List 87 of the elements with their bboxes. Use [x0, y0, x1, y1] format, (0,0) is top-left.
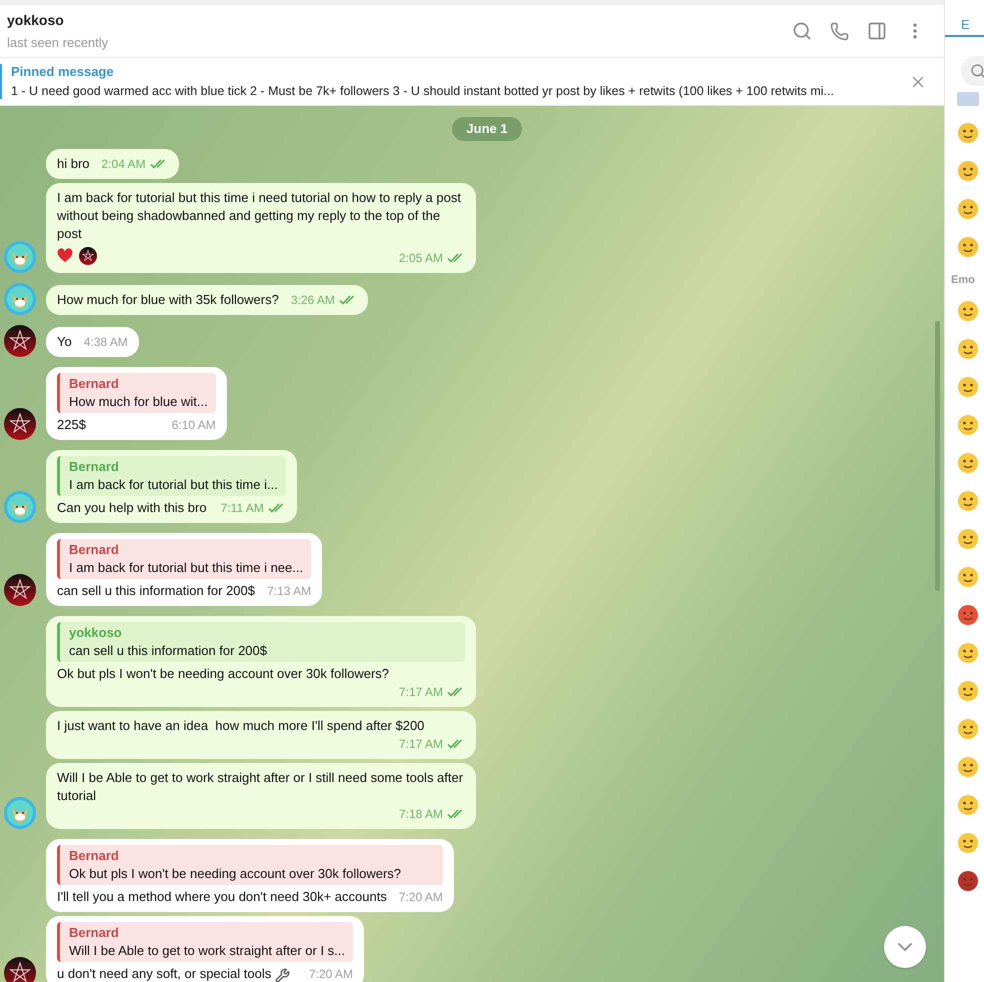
sidebar-toggle-icon[interactable]: [867, 21, 887, 41]
emoji-icon[interactable]: [957, 414, 979, 436]
message-time: 2:05 AM: [398, 250, 443, 266]
message-time: 7:17 AM: [398, 684, 443, 700]
reply-quote[interactable]: Bernard Will I be Able to get to work straight after or I s...: [57, 922, 354, 962]
double-check-icon: [447, 252, 465, 262]
emoji-icon[interactable]: [957, 794, 979, 816]
reply-author: Bernard: [69, 540, 120, 558]
emoji-icon[interactable]: [957, 604, 979, 626]
message-text: I'll tell you a method where you don't need 30k+ accounts: [57, 888, 387, 906]
emoji-icon[interactable]: [957, 300, 979, 322]
message-time: 7:11 AM: [220, 500, 264, 516]
emoji-icon[interactable]: [957, 642, 979, 664]
reply-quote[interactable]: yokkoso can sell u this information for 200$: [57, 622, 465, 662]
emoji-icon[interactable]: [957, 452, 979, 474]
reply-text: Ok but pls I won't be needing account over 30k followers?: [69, 864, 402, 882]
double-check-icon: [338, 294, 357, 304]
message-text: Yo: [57, 332, 72, 350]
message-text: How much for blue with 35k followers?: [57, 290, 279, 308]
emoji-icon[interactable]: [957, 832, 979, 854]
reply-author: Bernard: [69, 458, 120, 476]
reply-quote[interactable]: Bernard How much for blue wit...: [57, 372, 216, 412]
reply-author: Bernard: [69, 846, 120, 864]
scrollbar-thumb[interactable]: [935, 321, 940, 591]
pentagram-avatar-icon[interactable]: [79, 246, 97, 264]
emoji-icon[interactable]: [957, 122, 979, 144]
message-time: 2:04 AM: [102, 156, 146, 172]
reply-text: can sell u this information for 200$: [69, 642, 268, 660]
message-time: 7:13 AM: [267, 582, 312, 600]
double-check-icon: [447, 686, 465, 696]
message-time: 7:18 AM: [398, 806, 443, 822]
emoji-icon[interactable]: [957, 236, 979, 258]
reply-quote[interactable]: Bernard I am back for tutorial but this time i...: [57, 456, 286, 496]
emoji-icon[interactable]: [957, 528, 979, 550]
message-text: I just want to have an idea how much more I'll spend after $200: [57, 716, 424, 734]
pentagram-avatar-icon[interactable]: [4, 574, 36, 606]
double-check-icon: [150, 158, 168, 168]
emoji-icon[interactable]: [957, 680, 979, 702]
message-time: 7:17 AM: [398, 736, 443, 752]
message-text: hi bro: [57, 154, 90, 172]
double-check-icon: [268, 502, 286, 512]
reply-text: How much for blue wit...: [69, 392, 208, 410]
message-time: 7:20 AM: [398, 888, 443, 906]
reply-text: I am back for tutorial but this time i...: [69, 476, 278, 494]
emoji-icon[interactable]: [957, 566, 979, 588]
reply-author: Bernard: [69, 374, 120, 392]
message-text: 225$: [57, 416, 86, 434]
emoji-icon[interactable]: [957, 338, 979, 360]
message-text: I am back for tutorial but this time i need tutorial on how to reply a post without being shadowbanned and getting my reply to the top of the post: [57, 188, 462, 242]
message-time: 7:20 AM: [308, 966, 354, 982]
emoji-icon[interactable]: [957, 198, 979, 220]
phone-icon[interactable]: [830, 22, 849, 40]
emoji-icon[interactable]: [957, 160, 979, 182]
emoji-icon[interactable]: [957, 718, 979, 740]
pentagram-avatar-icon[interactable]: [4, 408, 36, 440]
message-time: 3:26 AM: [290, 292, 335, 308]
reply-author: Bernard: [69, 924, 120, 942]
pentagram-avatar-icon[interactable]: [4, 956, 36, 982]
search-icon[interactable]: [792, 21, 812, 41]
message-text: u don't need any soft, or special tools: [57, 964, 272, 982]
pinned-label: Pinned message: [11, 63, 115, 82]
emoji-icon[interactable]: [957, 490, 979, 512]
heart-icon[interactable]: [57, 248, 73, 263]
search-icon: [970, 62, 984, 78]
emoji-icon[interactable]: [957, 756, 979, 778]
message-text: Can you help with this bro: [57, 498, 207, 516]
double-check-icon: [447, 738, 465, 748]
message-time: 6:10 AM: [172, 416, 216, 434]
pinned-text: 1 - U need good warmed acc with blue tick 2 - Must be 7k+ followers 3 - U should instant botted yr post by likes + retwits (100 likes + 100 retwits mi...: [11, 82, 835, 100]
message-text: can sell u this information for 200$: [57, 582, 255, 600]
chat-status: last seen recently: [7, 34, 110, 52]
double-check-icon: [447, 808, 465, 818]
emoji-icon[interactable]: [957, 870, 979, 892]
reply-author: yokkoso: [69, 624, 123, 642]
emoji-section-title: Emo: [951, 272, 975, 288]
reply-quote[interactable]: Bernard Ok but pls I won't be needing account over 30k followers?: [57, 844, 443, 884]
emoji-icon[interactable]: [957, 376, 979, 398]
reply-text: I am back for tutorial but this time i nee...: [69, 558, 304, 576]
date-badge: June 1: [452, 117, 522, 140]
reply-text: Will I be Able to get to work straight after or I s...: [69, 942, 346, 960]
pentagram-avatar-icon[interactable]: [4, 324, 36, 356]
message-text: Will I be Able to get to work straight after or I still need some tools after tutorial: [57, 768, 464, 804]
reply-quote[interactable]: Bernard I am back for tutorial but this time i nee...: [57, 538, 312, 578]
message-time: 4:38 AM: [84, 334, 128, 350]
scroll-down-button[interactable]: [884, 926, 926, 968]
chat-title: yokkoso: [7, 10, 65, 30]
message-text: Ok but pls I won't be needing account over 30k followers?: [57, 664, 390, 682]
